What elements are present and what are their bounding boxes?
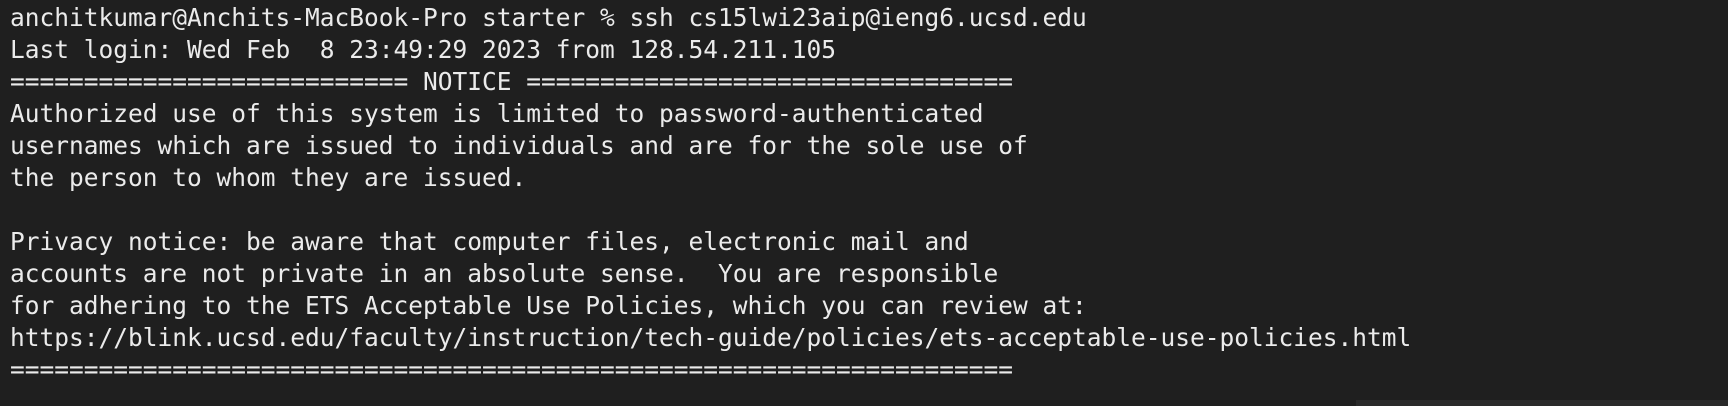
- terminal-line-privacy-2: accounts are not private in an absolute …: [10, 259, 999, 288]
- terminal-line-privacy-1: Privacy notice: be aware that computer f…: [10, 227, 969, 256]
- terminal-line-last-login: Last login: Wed Feb 8 23:49:29 2023 from…: [10, 35, 837, 64]
- terminal-window[interactable]: anchitkumar@Anchits-MacBook-Pro starter …: [0, 0, 1728, 406]
- terminal-line-command: anchitkumar@Anchits-MacBook-Pro starter …: [10, 3, 1087, 32]
- terminal-line-privacy-3: for adhering to the ETS Acceptable Use P…: [10, 291, 1087, 320]
- terminal-line-notice-header: =========================== NOTICE =====…: [10, 67, 1014, 96]
- window-edge-strip: [1356, 400, 1728, 406]
- terminal-line-notice-2: usernames which are issued to individual…: [10, 131, 1028, 160]
- terminal-line-notice-3: the person to whom they are issued.: [10, 163, 527, 192]
- terminal-line-notice-1: Authorized use of this system is limited…: [10, 99, 984, 128]
- terminal-line-policy-url[interactable]: https://blink.ucsd.edu/faculty/instructi…: [10, 322, 1728, 354]
- terminal-line-notice-footer: ========================================…: [10, 355, 1014, 384]
